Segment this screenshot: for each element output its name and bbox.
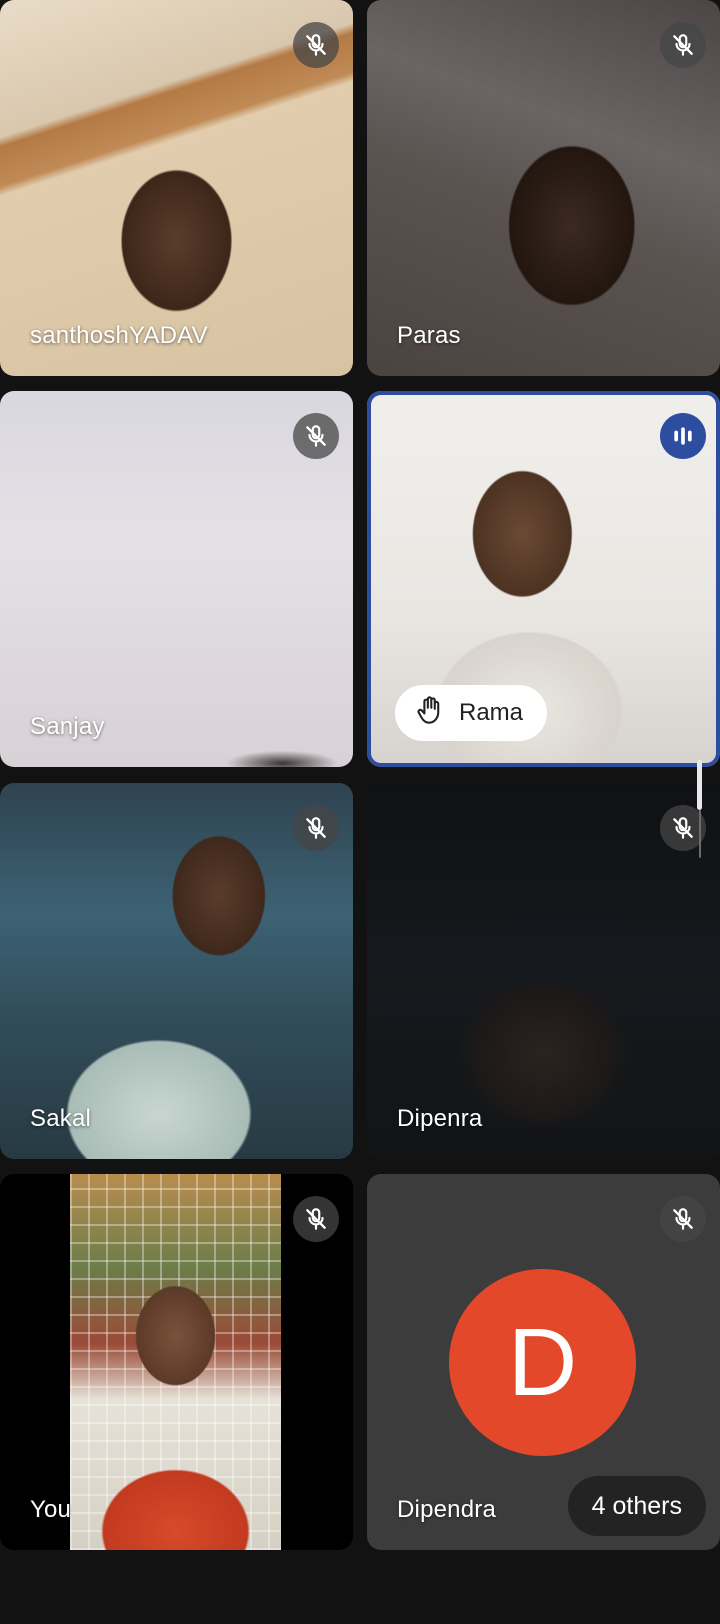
self-video-preview [70,1174,281,1550]
mic-off-icon [660,1196,706,1242]
participant-tile-rama[interactable]: Rama [367,391,720,767]
scrollbar-thumb[interactable] [697,760,702,810]
scrollbar-track [699,810,701,858]
speaking-icon [660,413,706,459]
participant-name: Dipendra [397,1496,496,1523]
participant-tile-dipenra[interactable]: Dipenra [367,783,720,1159]
participant-tile-santhosh[interactable]: santhoshYADAV [0,0,353,376]
others-button[interactable]: 4 others [567,1476,706,1536]
participant-name: Sakal [30,1105,92,1132]
participant-tile-sanjay[interactable]: Sanjay [0,391,353,767]
raised-hand-chip: Rama [395,685,548,741]
avatar: D [449,1269,636,1456]
participant-name: Sanjay [30,713,105,740]
mic-off-icon [293,805,339,851]
mic-off-icon [293,22,339,68]
participant-name: santhoshYADAV [30,322,208,349]
mic-off-icon [660,22,706,68]
participant-name: Dipenra [397,1105,483,1132]
participant-tile-dipendra[interactable]: D Dipendra 4 others [367,1174,720,1550]
participant-name: Paras [397,322,461,349]
mic-off-icon [293,1196,339,1242]
raised-hand-icon [415,695,443,732]
participant-name: You [30,1496,72,1523]
mic-off-icon [293,413,339,459]
participant-name: Rama [459,699,524,726]
participant-tile-paras[interactable]: Paras [367,0,720,376]
participant-tile-sakal[interactable]: Sakal [0,783,353,1159]
participant-tile-self[interactable]: You [0,1174,353,1550]
